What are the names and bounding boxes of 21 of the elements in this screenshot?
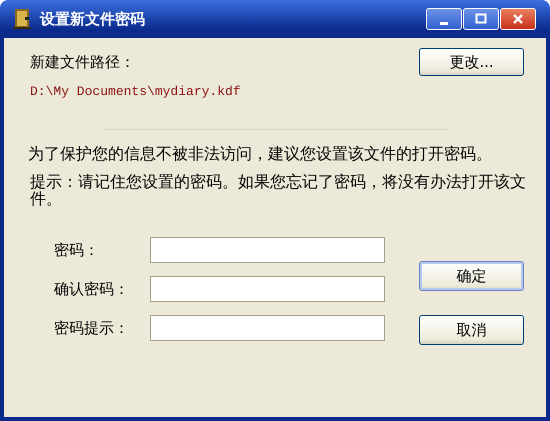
ok-button[interactable]: 确定 <box>419 261 524 291</box>
input-field[interactable] <box>150 315 385 341</box>
field-label: 密码提示： <box>54 318 130 338</box>
close-button[interactable] <box>500 8 536 30</box>
cancel-button[interactable]: 取消 <box>419 315 524 345</box>
path-label: 新建文件路径： <box>30 52 135 72</box>
minimize-button[interactable] <box>426 8 462 30</box>
window-title: 设置新文件密码 <box>40 10 145 28</box>
field-label: 确认密码： <box>54 280 130 298</box>
door-icon <box>12 8 32 30</box>
info-text: 为了保护您的信息不被非法访问，建议您设置该文件的打开密码。 <box>28 144 493 165</box>
maximize-icon <box>475 13 487 25</box>
change-button[interactable]: 更改... <box>419 48 524 76</box>
input-field[interactable] <box>150 276 385 302</box>
close-icon <box>512 13 524 25</box>
minimize-icon <box>440 22 448 24</box>
maximize-button[interactable] <box>463 8 499 30</box>
input-field[interactable] <box>150 237 385 263</box>
field-label: 密码： <box>54 240 100 260</box>
file-path: D:\My Documents\mydiary.kdf <box>30 84 242 99</box>
hint-text: 提示：请记住您设置的密码。如果您忘记了密码，将没有办法打开该文件。 <box>30 173 527 207</box>
